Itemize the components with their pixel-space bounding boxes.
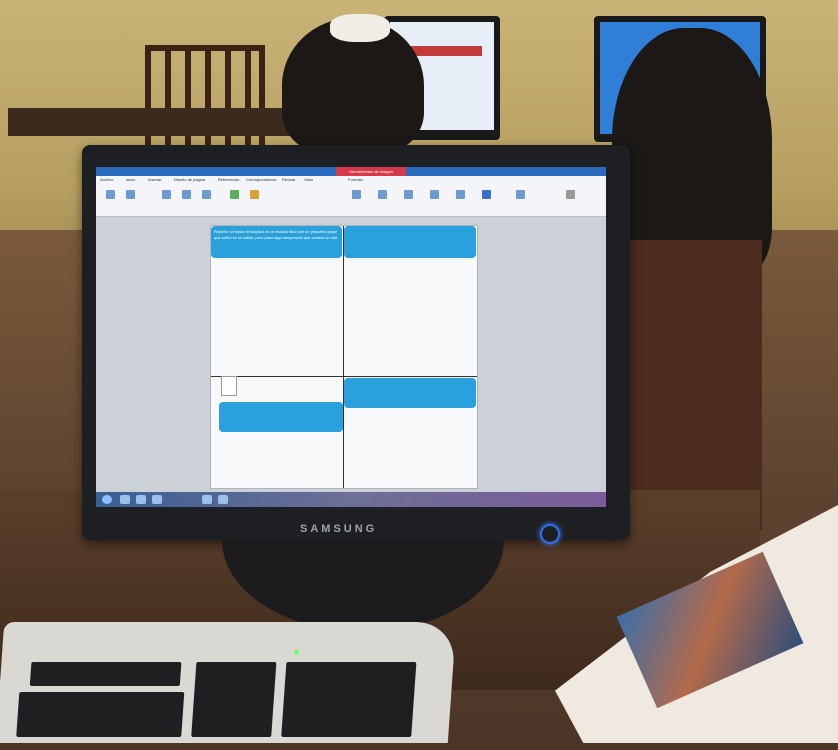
monitor-brand-logo: SAMSUNG <box>300 523 378 535</box>
comic-textbox-3[interactable] <box>344 378 476 408</box>
taskbar-app-icon[interactable] <box>202 495 212 504</box>
comic-textbox-4[interactable] <box>219 402 343 432</box>
comic-textbox-2[interactable] <box>344 226 476 258</box>
start-button-icon[interactable] <box>102 495 112 504</box>
monitor-screen: Herramientas de imagen Archivo Inicio In… <box>96 167 606 507</box>
ribbon-button-icon[interactable] <box>352 190 361 199</box>
comic-divider-vertical <box>343 226 344 488</box>
ribbon-button-icon[interactable] <box>126 190 135 199</box>
word-ribbon: Archivo Inicio Insertar Diseño de página… <box>96 176 606 217</box>
taskbar-app-icon[interactable] <box>136 495 146 504</box>
back-table <box>8 108 308 136</box>
ribbon-button-icon[interactable] <box>404 190 413 199</box>
hair-bow <box>330 14 390 42</box>
power-button[interactable] <box>540 524 560 544</box>
ribbon-button-icon[interactable] <box>162 190 171 199</box>
ribbon-button-icon[interactable] <box>182 190 191 199</box>
taskbar-app-icon[interactable] <box>218 495 228 504</box>
keyboard[interactable] <box>0 622 457 743</box>
ribbon-tab-vista[interactable]: Vista <box>304 176 313 184</box>
taskbar-app-icon[interactable] <box>152 495 162 504</box>
context-tab-label: Herramientas de imagen <box>349 169 393 174</box>
taskbar-app-icon[interactable] <box>120 495 130 504</box>
ribbon-button-icon[interactable] <box>378 190 387 199</box>
keyboard-keys[interactable] <box>281 662 417 737</box>
clipart-image[interactable] <box>221 376 237 396</box>
ribbon-tab-correspondencia[interactable]: Correspondencia <box>246 176 276 184</box>
ribbon-button-icon[interactable] <box>430 190 439 199</box>
ribbon-button-icon[interactable] <box>106 190 115 199</box>
ribbon-button-icon[interactable] <box>516 190 525 199</box>
ribbon-button-icon[interactable] <box>482 190 491 199</box>
ribbon-button-icon[interactable] <box>250 190 259 199</box>
ribbon-tab-diseno[interactable]: Diseño de página <box>174 176 205 184</box>
ribbon-button-icon[interactable] <box>202 190 211 199</box>
ribbon-tab-insertar[interactable]: Insertar <box>148 176 162 184</box>
ribbon-tab-referencias[interactable]: Referencias <box>218 176 239 184</box>
ribbon-tab-revisar[interactable]: Revisar <box>282 176 296 184</box>
keyboard-keys[interactable] <box>29 662 182 686</box>
ribbon-tab-formato[interactable]: Formato <box>348 176 363 184</box>
comic-caption: Roberto va hasta el hospital en un estad… <box>214 229 338 240</box>
keyboard-led <box>293 650 300 655</box>
document-page[interactable]: Roberto va hasta el hospital en un estad… <box>210 225 478 489</box>
ribbon-button-icon[interactable] <box>230 190 239 199</box>
comic-divider-horizontal <box>211 376 477 377</box>
right-chair <box>612 240 762 530</box>
context-tab[interactable]: Herramientas de imagen <box>336 167 406 176</box>
keyboard-keys[interactable] <box>191 662 277 737</box>
ribbon-button-icon[interactable] <box>566 190 575 199</box>
ribbon-tab-archivo[interactable]: Archivo <box>100 176 113 184</box>
ribbon-tab-inicio[interactable]: Inicio <box>126 176 135 184</box>
comic-textbox-1[interactable]: Roberto va hasta el hospital en un estad… <box>211 226 342 258</box>
windows-taskbar <box>96 492 606 507</box>
keyboard-keys[interactable] <box>16 692 185 737</box>
ribbon-button-icon[interactable] <box>456 190 465 199</box>
